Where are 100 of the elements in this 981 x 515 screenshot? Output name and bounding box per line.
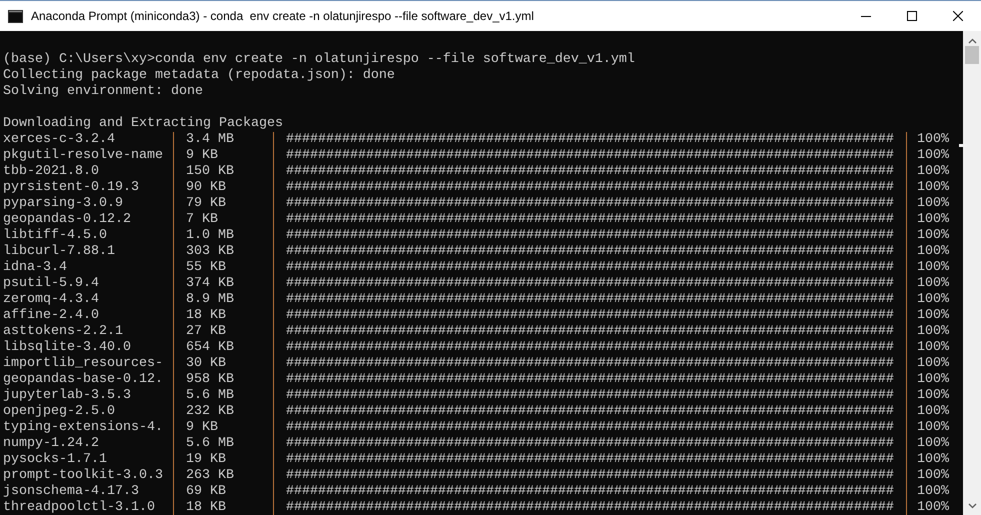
progress-percent: 100% <box>917 276 949 291</box>
package-size: 303 KB <box>186 244 234 259</box>
progress-hashes: ############################################################################ <box>286 132 894 147</box>
package-size: 18 KB <box>186 500 226 515</box>
scrollbar[interactable] <box>963 31 981 515</box>
package-name: libcurl-7.88.1 <box>3 244 115 259</box>
progress-hashes: ############################################################################ <box>286 388 894 403</box>
package-name: asttokens-2.2.1 <box>3 324 123 339</box>
progress-percent: 100% <box>917 196 949 211</box>
package-name: typing-extensions-4. <box>3 420 163 435</box>
progress-hashes: ############################################################################ <box>286 260 894 275</box>
progress-hashes: ############################################################################ <box>286 324 894 339</box>
progress-percent: 100% <box>917 180 949 195</box>
package-name: openjpeg-2.5.0 <box>3 404 115 419</box>
package-name: pysocks-1.7.1 <box>3 452 107 467</box>
progress-hashes: ############################################################################ <box>286 292 894 307</box>
package-name: pyrsistent-0.19.3 <box>3 180 139 195</box>
progress-percent: 100% <box>917 484 949 499</box>
package-size: 5.6 MB <box>186 388 234 403</box>
progress-hashes: ############################################################################ <box>286 356 894 371</box>
progress-percent: 100% <box>917 468 949 483</box>
package-name: affine-2.4.0 <box>3 308 99 323</box>
progress-percent: 100% <box>917 244 949 259</box>
package-size: 232 KB <box>186 404 234 419</box>
progress-percent: 100% <box>917 228 949 243</box>
progress-hashes: ############################################################################ <box>286 180 894 195</box>
package-name: pyparsing-3.0.9 <box>3 196 123 211</box>
console-line: Collecting package metadata (repodata.json): done <box>3 68 395 83</box>
progress-hashes: ############################################################################ <box>286 340 894 355</box>
progress-percent: 100% <box>917 340 949 355</box>
progress-hashes: ############################################################################ <box>286 196 894 211</box>
package-size: 8.9 MB <box>186 292 234 307</box>
progress-percent: 100% <box>917 148 949 163</box>
package-size: 30 KB <box>186 356 226 371</box>
progress-hashes: ############################################################################ <box>286 212 894 227</box>
scroll-up-icon[interactable] <box>968 38 976 44</box>
package-size: 150 KB <box>186 164 234 179</box>
package-size: 7 KB <box>186 212 218 227</box>
package-size: 90 KB <box>186 180 226 195</box>
package-name: prompt-toolkit-3.0.3 <box>3 468 163 483</box>
progress-percent: 100% <box>917 132 949 147</box>
console-line: (base) C:\Users\xy>conda env create -n olatunjirespo --file software_dev_v1.yml <box>3 52 635 67</box>
package-size: 9 KB <box>186 148 218 163</box>
package-name: jsonschema-4.17.3 <box>3 484 139 499</box>
progress-hashes: ############################################################################ <box>286 484 894 499</box>
progress-percent: 100% <box>917 308 949 323</box>
package-name: threadpoolctl-3.1.0 <box>3 500 155 515</box>
package-size: 374 KB <box>186 276 234 291</box>
scroll-thumb[interactable] <box>965 46 979 64</box>
package-name: zeromq-4.3.4 <box>3 292 99 307</box>
progress-percent: 100% <box>917 372 949 387</box>
package-name: tbb-2021.8.0 <box>3 164 99 179</box>
progress-hashes: ############################################################################ <box>286 452 894 467</box>
package-name: xerces-c-3.2.4 <box>3 132 115 147</box>
progress-percent: 100% <box>917 420 949 435</box>
progress-hashes: ############################################################################ <box>286 228 894 243</box>
progress-percent: 100% <box>917 324 949 339</box>
scroll-down-icon[interactable] <box>968 503 976 509</box>
progress-hashes: ############################################################################ <box>286 404 894 419</box>
progress-percent: 100% <box>917 356 949 371</box>
progress-hashes: ############################################################################ <box>286 148 894 163</box>
progress-hashes: ############################################################################ <box>286 436 894 451</box>
package-size: 79 KB <box>186 196 226 211</box>
package-name: pkgutil-resolve-name <box>3 148 163 163</box>
progress-percent: 100% <box>917 500 949 515</box>
close-icon <box>953 11 963 21</box>
package-size: 263 KB <box>186 468 234 483</box>
progress-hashes: ############################################################################ <box>286 372 894 387</box>
progress-percent: 100% <box>917 436 949 451</box>
progress-percent: 100% <box>917 292 949 307</box>
progress-hashes: ############################################################################ <box>286 500 894 515</box>
progress-hashes: ############################################################################ <box>286 276 894 291</box>
progress-hashes: ############################################################################ <box>286 244 894 259</box>
package-name: numpy-1.24.2 <box>3 436 99 451</box>
package-name: idna-3.4 <box>3 260 67 275</box>
progress-hashes: ############################################################################ <box>286 420 894 435</box>
progress-percent: 100% <box>917 388 949 403</box>
package-size: 18 KB <box>186 308 226 323</box>
package-size: 27 KB <box>186 324 226 339</box>
package-name: importlib_resources- <box>3 356 163 371</box>
console-line: Solving environment: done <box>3 84 203 99</box>
package-name: geopandas-0.12.2 <box>3 212 131 227</box>
package-name: jupyterlab-3.5.3 <box>3 388 131 403</box>
progress-percent: 100% <box>917 260 949 275</box>
package-size: 55 KB <box>186 260 226 275</box>
package-size: 1.0 MB <box>186 228 234 243</box>
progress-percent: 100% <box>917 164 949 179</box>
package-size: 69 KB <box>186 484 226 499</box>
package-name: libsqlite-3.40.0 <box>3 340 131 355</box>
progress-percent: 100% <box>917 212 949 227</box>
maximize-icon <box>907 11 917 21</box>
console-heading: Downloading and Extracting Packages <box>3 116 283 131</box>
console-app-icon <box>8 10 23 22</box>
package-size: 9 KB <box>186 420 218 435</box>
progress-hashes: ############################################################################ <box>286 164 894 179</box>
package-name: geopandas-base-0.12. <box>3 372 163 387</box>
window-title: Anaconda Prompt (miniconda3) - conda env create -n olatunjirespo --file software_dev_v1.yml <box>31 8 535 25</box>
package-name: psutil-5.9.4 <box>3 276 99 291</box>
package-size: 3.4 MB <box>186 132 234 147</box>
package-size: 19 KB <box>186 452 226 467</box>
